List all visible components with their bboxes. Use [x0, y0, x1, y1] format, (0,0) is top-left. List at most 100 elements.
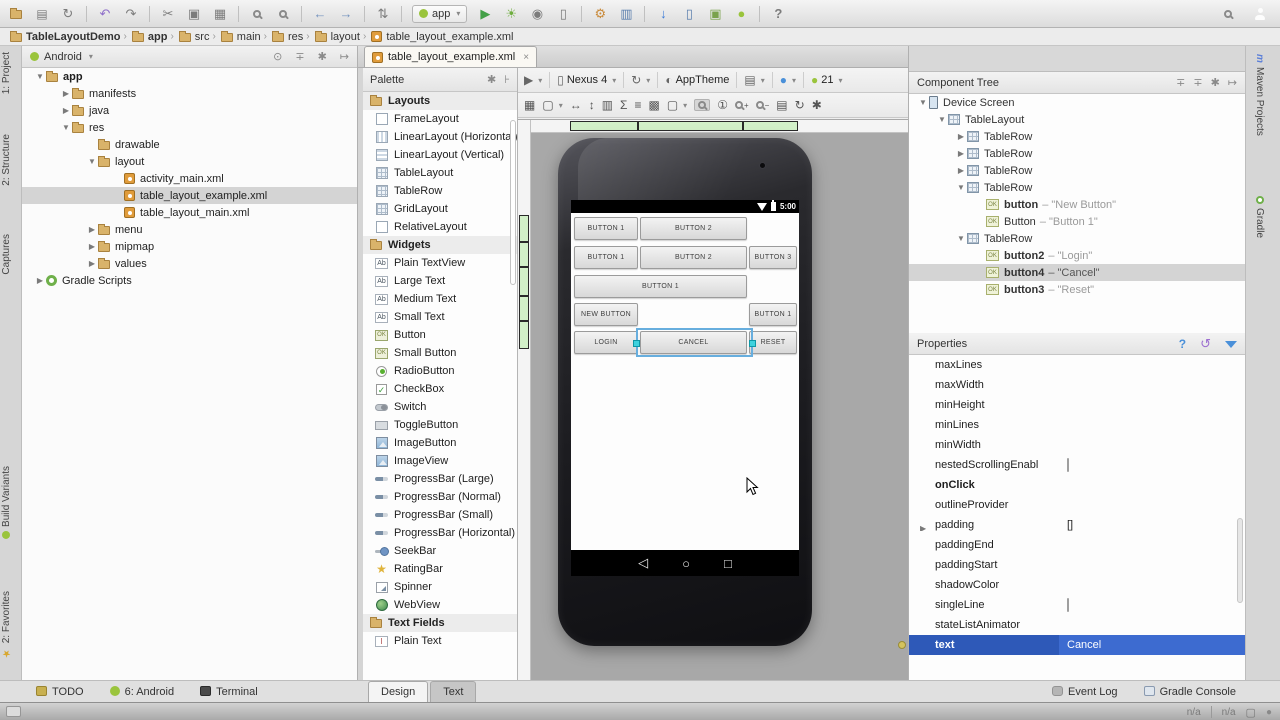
palette-item[interactable]: ★ RatingBar	[363, 560, 517, 578]
render-options-button[interactable]: ▦	[524, 98, 535, 112]
activity-control[interactable]: ▤ ▾	[744, 73, 764, 87]
property-value[interactable]: []	[1067, 519, 1073, 531]
collapse-all-icon[interactable]: ∓	[295, 50, 304, 63]
palette-item[interactable]: Ab Small Text	[363, 308, 517, 326]
property-row[interactable]: outlineProvider	[909, 495, 1245, 515]
toolwindow-button[interactable]: TODO	[36, 685, 84, 699]
tree-toggle-icon[interactable]: ▶	[955, 132, 967, 141]
toolwindow-button[interactable]: Gradle Console	[1143, 685, 1236, 699]
android-monitor-icon[interactable]: ●	[733, 5, 749, 23]
property-row[interactable]: maxLines	[909, 355, 1245, 375]
debug-icon[interactable]: ☀	[503, 5, 519, 23]
project-tree-item[interactable]: activity_main.xml	[22, 170, 357, 187]
mock-button[interactable]: BUTTON 1	[574, 246, 638, 269]
palette-item[interactable]: Switch	[363, 398, 517, 416]
property-row[interactable]: nestedScrollingEnabl	[909, 455, 1245, 475]
breadcrumb-item[interactable]: app	[131, 30, 167, 43]
tree-toggle-icon[interactable]: ▼	[60, 123, 72, 132]
palette-item[interactable]: ProgressBar (Horizontal)	[363, 524, 517, 542]
replace-icon[interactable]	[275, 5, 291, 23]
tree-toggle-icon[interactable]: ▼	[34, 72, 46, 81]
project-tree-item[interactable]: ▶ Gradle Scripts	[22, 272, 357, 289]
gear-icon[interactable]: ✱	[1211, 76, 1220, 89]
coverage-icon[interactable]: ◉	[529, 5, 545, 23]
tree-toggle-icon[interactable]: ▼	[955, 234, 967, 243]
zoom-out-button[interactable]: −	[755, 101, 769, 110]
shrink-columns-button[interactable]: Σ	[620, 98, 627, 112]
editor-tab[interactable]: table_layout_example.xml ×	[364, 46, 538, 67]
project-tree-item[interactable]: ▶ manifests	[22, 85, 357, 102]
open-project-icon[interactable]	[8, 5, 24, 23]
lightbulb-indicator[interactable]	[898, 641, 906, 649]
unlock-icon[interactable]: ▢	[1246, 706, 1256, 719]
palette-item[interactable]: WebView	[363, 596, 517, 614]
device-control[interactable]: ▯ Nexus 4 ▾	[557, 73, 616, 87]
locate-icon[interactable]: ⊙	[273, 50, 282, 63]
build-icon[interactable]: ▥	[618, 5, 634, 23]
component-tree-item[interactable]: OK button3– "Reset"	[909, 281, 1245, 298]
toolwindow-button[interactable]: Terminal	[200, 685, 258, 699]
property-row[interactable]: onClick	[909, 475, 1245, 495]
copy-icon[interactable]: ▣	[186, 5, 202, 23]
api-version-control[interactable]: ● 21 ▾	[811, 73, 843, 87]
delete-column-button[interactable]: ▩	[648, 98, 659, 112]
project-tree-item[interactable]: ▼ app	[22, 68, 357, 85]
tool-stripe-button[interactable]: Build Variants	[1, 466, 12, 539]
tree-toggle-icon[interactable]: ▶	[86, 242, 98, 251]
property-row[interactable]: minHeight	[909, 395, 1245, 415]
project-tree-item[interactable]: table_layout_example.xml	[22, 187, 357, 204]
preview-size-button[interactable]: ▢ ▾	[542, 98, 562, 112]
property-row[interactable]: stateListAnimator	[909, 615, 1245, 635]
reset-property-icon[interactable]: ↺	[1200, 336, 1211, 352]
mock-button[interactable]: BUTTON 2	[640, 246, 747, 269]
palette-item[interactable]: LinearLayout (Horizontal)	[363, 128, 517, 146]
tool-stripe-button[interactable]: ★ 2: Favorites	[1, 591, 12, 658]
tree-toggle-icon[interactable]: ▶	[34, 276, 46, 285]
preview-settings-gear-button[interactable]: ✱	[812, 98, 822, 112]
component-tree-item[interactable]: OK button – "New Button"	[909, 196, 1245, 213]
palette-item[interactable]: FrameLayout	[363, 110, 517, 128]
palette-item[interactable]: GridLayout	[363, 200, 517, 218]
preview-config-control[interactable]: ▶ ▾	[524, 73, 542, 87]
pin-icon[interactable]: ⊦	[504, 73, 510, 86]
palette-item[interactable]: I Plain Text	[363, 632, 517, 650]
palette-item[interactable]: ProgressBar (Normal)	[363, 488, 517, 506]
zoom-in-button[interactable]: +	[734, 101, 749, 110]
project-tree-item[interactable]: drawable	[22, 136, 357, 153]
tree-toggle-icon[interactable]: ▶	[86, 259, 98, 268]
filter-icon[interactable]	[1225, 341, 1237, 348]
component-tree-item[interactable]: ▼ TableRow	[909, 179, 1245, 196]
undo-icon[interactable]: ↶	[97, 5, 113, 23]
property-row[interactable]: paddingStart	[909, 555, 1245, 575]
sdk-update-icon[interactable]: ↓	[655, 5, 671, 23]
palette-item[interactable]: Ab Plain TextView	[363, 254, 517, 272]
settings-sliders-icon[interactable]: ⇅	[375, 5, 391, 23]
palette-item[interactable]: RadioButton	[363, 362, 517, 380]
mock-button[interactable]: BUTTON 1	[574, 217, 638, 240]
palette-item[interactable]: OK Button	[363, 326, 517, 344]
property-row[interactable]: singleLine	[909, 595, 1245, 615]
match-parent-height-button[interactable]: ↕	[589, 98, 595, 112]
find-icon[interactable]	[249, 5, 265, 23]
inspection-profile-icon[interactable]: ●	[1266, 707, 1272, 718]
tree-toggle-icon[interactable]: ▶	[60, 106, 72, 115]
sdk-manager-icon[interactable]: ▣	[707, 5, 723, 23]
tool-stripe-button[interactable]: 1: Project	[1, 52, 12, 94]
tree-toggle-icon[interactable]: ▶	[955, 149, 967, 158]
property-row[interactable]: maxWidth	[909, 375, 1245, 395]
component-tree-item[interactable]: ▶ TableRow	[909, 145, 1245, 162]
palette-item[interactable]: LinearLayout (Vertical)	[363, 146, 517, 164]
palette-item[interactable]: ProgressBar (Small)	[363, 506, 517, 524]
tool-stripe-button[interactable]: m Maven Projects	[1254, 54, 1265, 136]
expand-all-icon[interactable]: ∓	[1176, 76, 1185, 89]
attach-debugger-icon[interactable]: ▯	[555, 5, 571, 23]
project-tree-item[interactable]: ▶ values	[22, 255, 357, 272]
palette-item[interactable]: ToggleButton	[363, 416, 517, 434]
locale-control[interactable]: ● ▾	[780, 73, 796, 87]
palette-item[interactable]: Ab Medium Text	[363, 290, 517, 308]
run-icon[interactable]: ▶	[477, 5, 493, 23]
match-parent-width-button[interactable]: ↔	[570, 98, 582, 112]
stretch-columns-button[interactable]: ≡	[634, 98, 641, 112]
project-tree-item[interactable]: table_layout_main.xml	[22, 204, 357, 221]
palette-item[interactable]: RelativeLayout	[363, 218, 517, 236]
